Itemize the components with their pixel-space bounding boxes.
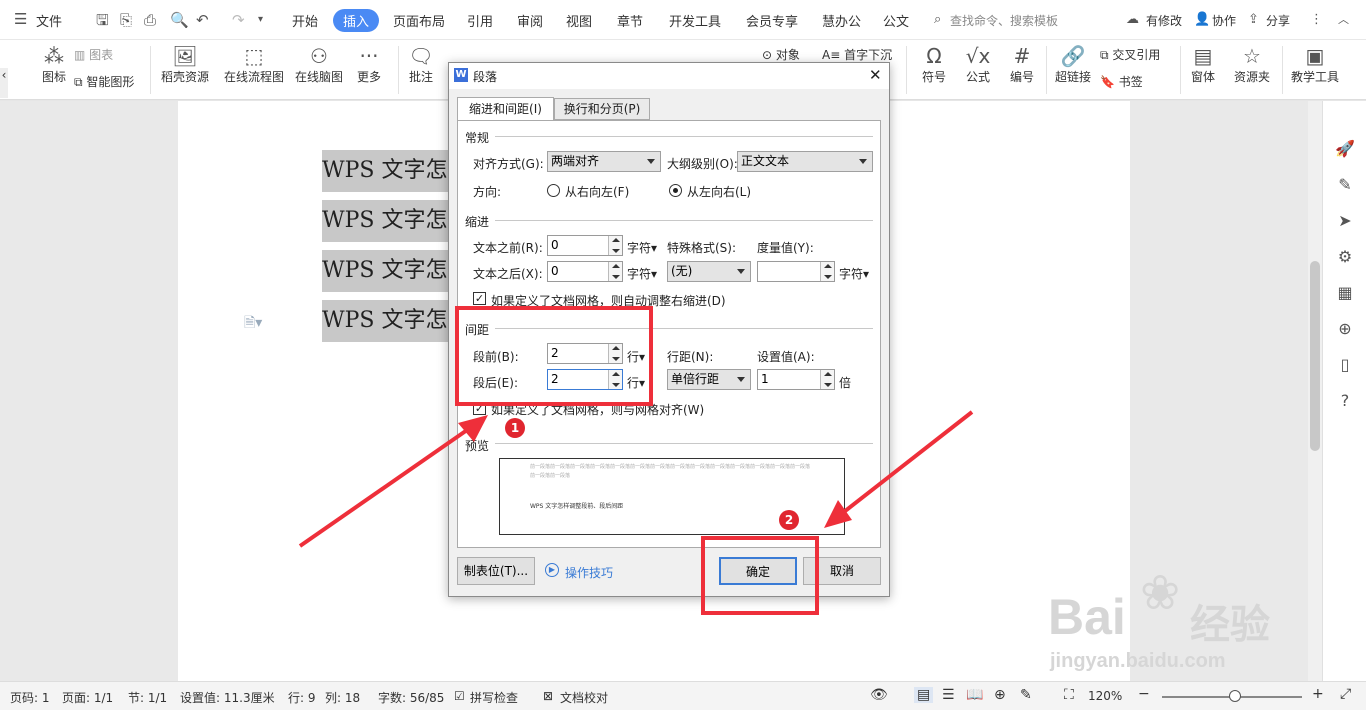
arrow-head-1 (458, 415, 488, 442)
arrow-line-1 (298, 426, 472, 548)
arrow-overlay (298, 410, 974, 548)
arrow-line-2 (838, 410, 974, 517)
arrow-head-2 (824, 500, 852, 528)
